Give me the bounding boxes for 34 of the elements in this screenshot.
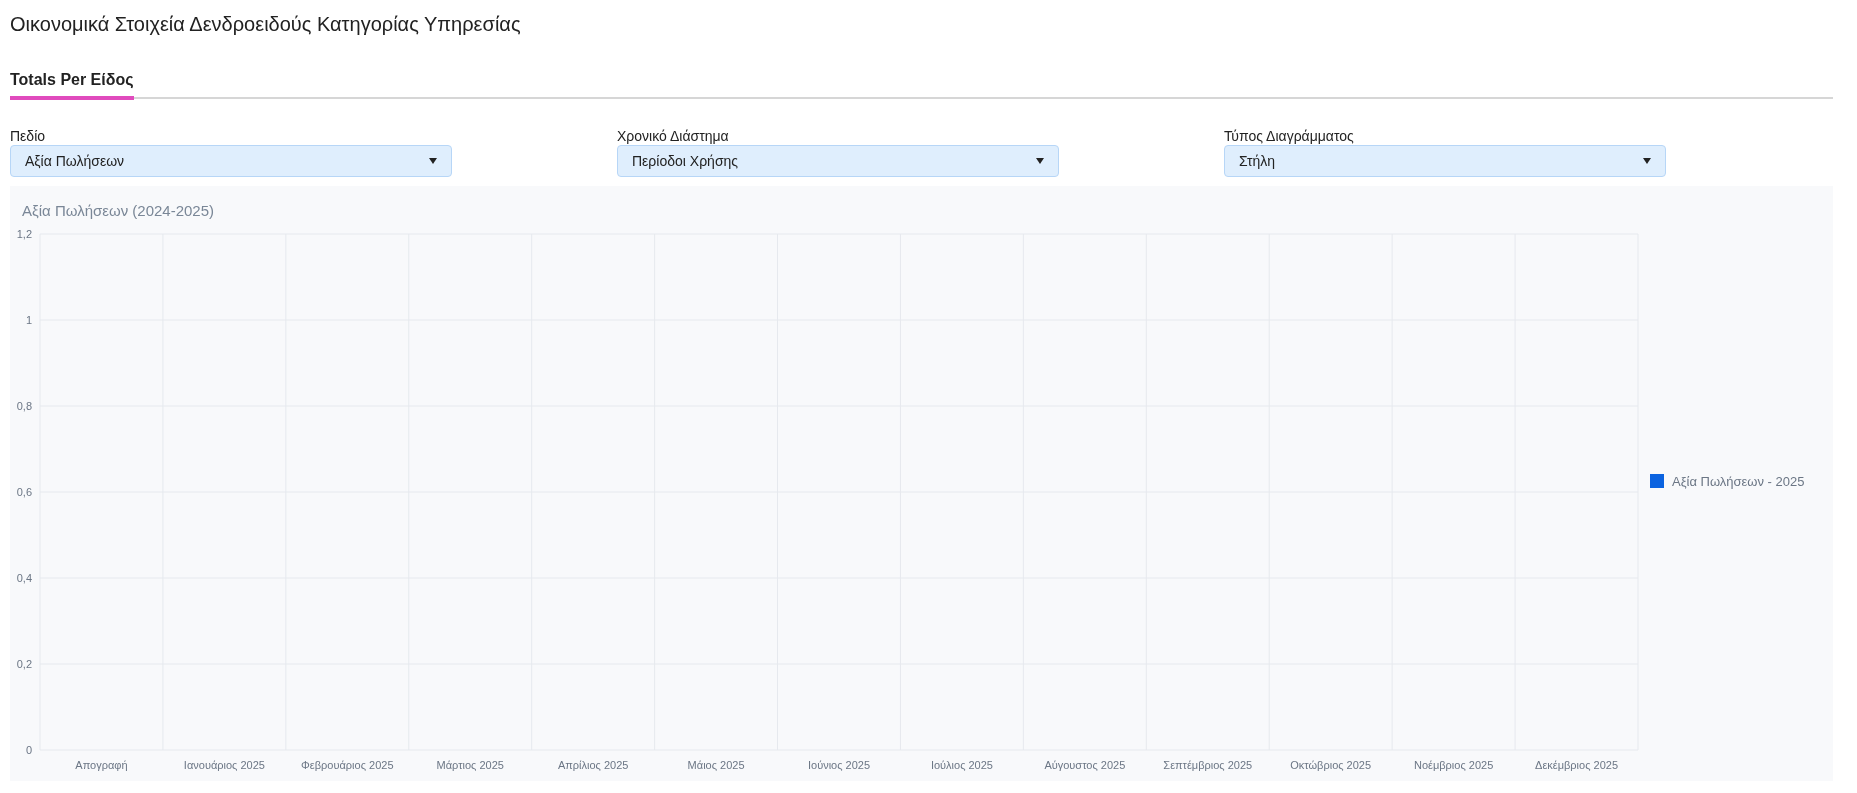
x-tick-label: Απρίλιος 2025 (557, 759, 629, 771)
x-tick-label: Ιανουάριος 2025 (183, 759, 265, 771)
caret-icon (429, 158, 437, 164)
x-tick-label: Νοέμβριος 2025 (1413, 759, 1494, 771)
x-tick-label: Απογραφή (75, 759, 128, 771)
x-tick-label: Ιούλιος 2025 (930, 759, 993, 771)
x-tick-label: Σεπτέμβριος 2025 (1163, 759, 1253, 771)
x-tick-label: Αύγουστος 2025 (1044, 759, 1126, 771)
x-tick-label: Φεβρουάριος 2025 (301, 759, 394, 771)
x-tick-label: Οκτώβριος 2025 (1290, 759, 1372, 771)
select-field[interactable]: Αξία Πωλήσεων (10, 145, 452, 177)
chart-title: Αξία Πωλήσεων (2024-2025) (22, 202, 215, 219)
y-tick-label: 0,2 (16, 658, 32, 670)
x-tick-label: Μάιος 2025 (687, 759, 745, 771)
y-tick-label: 0 (25, 744, 32, 756)
y-tick-label: 1 (25, 314, 32, 326)
x-tick-label: Δεκέμβριος 2025 (1535, 759, 1618, 771)
caret-icon (1643, 158, 1651, 164)
y-tick-label: 0,4 (16, 572, 32, 584)
caret-icon (1036, 158, 1044, 164)
x-tick-label: Ιούνιος 2025 (807, 759, 871, 771)
tab[interactable]: Totals Per Είδος (10, 50, 134, 100)
select-field[interactable]: Περίοδοι Χρήσης (617, 145, 1059, 177)
legend-label: Αξία Πωλήσεων - 2025 (1672, 474, 1805, 489)
field-label: Χρονικό Διάστημα (617, 127, 730, 145)
page-title: Οικονομικά Στοιχεία Δενδροειδούς Κατηγορίας Υπηρεσίας (10, 12, 522, 37)
field-label: Τύπος Διαγράμματος (1224, 127, 1355, 145)
select-field[interactable]: Στήλη (1224, 145, 1666, 177)
field-label: Πεδίο (10, 127, 47, 145)
x-tick-label: Μάρτιος 2025 (436, 759, 504, 771)
y-tick-label: 0,6 (16, 486, 32, 498)
y-tick-label: 1,2 (16, 228, 32, 240)
legend-swatch (1650, 474, 1664, 488)
y-tick-label: 0,8 (16, 400, 32, 412)
